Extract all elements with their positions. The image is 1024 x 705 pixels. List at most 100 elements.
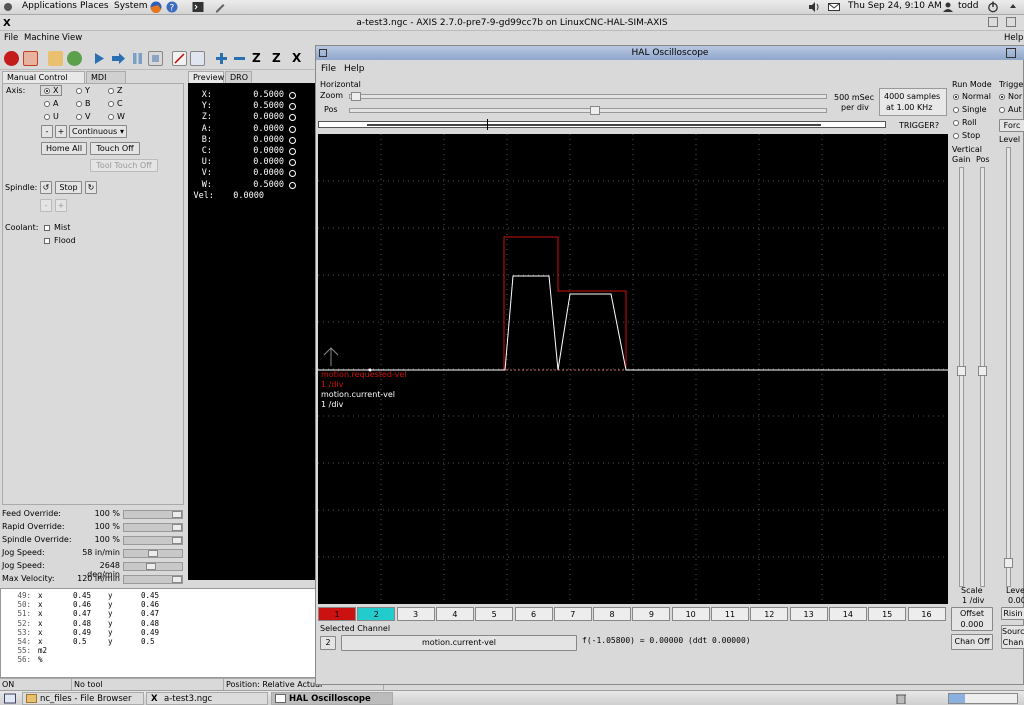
channel-button-3[interactable]: 3 <box>396 607 435 621</box>
spindle-cw-icon[interactable]: ↻ <box>85 181 97 194</box>
open-file-icon[interactable] <box>48 51 63 66</box>
vertical-pos-slider[interactable] <box>978 167 987 587</box>
view-z2-icon[interactable]: Z <box>272 51 287 66</box>
show-desktop-icon[interactable] <box>4 693 16 704</box>
channel-button-15[interactable]: 15 <box>868 607 907 621</box>
zoom-slider-knob[interactable] <box>351 92 361 101</box>
gnome-foot-icon[interactable] <box>2 1 14 13</box>
block-delete-icon[interactable] <box>172 51 187 66</box>
workspace-switcher[interactable] <box>948 693 1018 704</box>
spindle-faster-button[interactable]: + <box>55 199 67 212</box>
pos-slider-knob[interactable] <box>590 106 600 115</box>
channel-button-14[interactable]: 14 <box>828 607 867 621</box>
zoom-slider[interactable] <box>349 92 827 101</box>
samples-box[interactable]: 4000 samples at 1.00 KHz <box>879 88 947 116</box>
halscope-title-bar[interactable]: HAL Oscilloscope <box>316 46 1024 60</box>
step-icon[interactable] <box>111 51 126 66</box>
user-name[interactable]: todd <box>958 1 978 11</box>
tab-manual-control[interactable]: Manual Control [F3] <box>2 71 85 93</box>
channel-button-16[interactable]: 16 <box>907 607 946 621</box>
selected-channel-name[interactable]: motion.current-vel <box>341 635 577 651</box>
override-slider-knob[interactable] <box>146 563 156 570</box>
channel-button-7[interactable]: 7 <box>553 607 592 621</box>
pos-slider[interactable] <box>349 106 827 115</box>
override-slider-knob[interactable] <box>148 550 158 557</box>
menu-file[interactable]: File <box>4 33 18 43</box>
axis-radio-v[interactable]: V <box>76 112 90 121</box>
channel-button-5[interactable]: 5 <box>475 607 514 621</box>
task-axis[interactable]: X a-test3.ngc <box>146 692 268 705</box>
dro-display[interactable]: X: 0.5000 Y: 0.5000 Z: 0.0000 A: 0.0000 B: 0.0000… <box>188 83 315 580</box>
run-icon[interactable] <box>92 51 107 66</box>
run-mode-stop[interactable]: Stop <box>953 131 980 140</box>
panel-arrows-icon[interactable] <box>1007 1 1019 13</box>
window-menu-icon[interactable] <box>319 49 327 57</box>
menu-machine[interactable]: Machine <box>24 33 60 43</box>
mist-checkbox[interactable]: Mist <box>44 223 70 232</box>
trigger-level-slider[interactable] <box>1004 147 1013 587</box>
menu-applications[interactable]: Applications <box>22 1 77 11</box>
override-slider-knob[interactable] <box>172 576 182 583</box>
channel-button-12[interactable]: 12 <box>750 607 789 621</box>
override-slider[interactable] <box>123 562 183 571</box>
stop-icon[interactable] <box>148 51 163 66</box>
run-mode-normal[interactable]: Normal <box>953 92 991 101</box>
maximize-button[interactable] <box>1006 17 1016 27</box>
override-slider-knob[interactable] <box>172 537 182 544</box>
tab-dro[interactable]: DRO <box>225 71 252 83</box>
axis-radio-c[interactable]: C <box>108 99 123 108</box>
override-slider[interactable] <box>123 575 183 584</box>
menu-places[interactable]: Places <box>80 1 109 11</box>
hs-menu-help[interactable]: Help <box>344 64 365 74</box>
menu-help[interactable]: Help <box>1004 33 1023 43</box>
estop-icon[interactable] <box>4 51 19 66</box>
axis-radio-u[interactable]: U <box>44 112 59 121</box>
trigger-level-knob[interactable] <box>1004 558 1013 568</box>
spindle-stop-button[interactable]: Stop <box>55 181 82 194</box>
gain-slider-knob[interactable] <box>957 366 966 376</box>
trigger-normal[interactable]: Nor <box>999 92 1022 101</box>
mail-icon[interactable] <box>828 1 840 13</box>
help-icon[interactable]: ? <box>166 1 178 14</box>
override-slider[interactable] <box>123 536 183 545</box>
clock[interactable]: Thu Sep 24, 9:10 AM <box>848 1 942 11</box>
override-slider-knob[interactable] <box>172 511 182 518</box>
override-slider[interactable] <box>123 523 183 532</box>
jog-minus-button[interactable]: - <box>41 125 53 138</box>
channel-button-2[interactable]: 2 <box>357 607 396 621</box>
halscope-minimize-button[interactable] <box>1006 48 1016 58</box>
override-slider[interactable] <box>123 549 183 558</box>
override-slider-knob[interactable] <box>172 524 182 531</box>
tool-touch-off-button[interactable]: Tool Touch Off <box>90 159 158 172</box>
source-button[interactable]: Sourc Chan <box>1001 625 1024 649</box>
channel-button-10[interactable]: 10 <box>671 607 710 621</box>
axis-radio-a[interactable]: A <box>44 99 58 108</box>
volume-icon[interactable] <box>808 1 820 13</box>
gcode-listing[interactable]: 49: x 0.45 y 0.45 50: x 0.46 y 0.46 51: x 0.47 y 0.47 5… <box>0 588 316 678</box>
spindle-ccw-icon[interactable]: ↺ <box>40 181 52 194</box>
optional-stop-icon[interactable] <box>190 51 205 66</box>
task-file-browser[interactable]: nc_files - File Browser <box>22 692 144 705</box>
offset-button[interactable]: Offset 0.000 <box>951 607 993 631</box>
power-toggle-icon[interactable] <box>23 51 38 66</box>
axis-radio-w[interactable]: W <box>108 112 125 121</box>
trigger-auto[interactable]: Aut <box>999 105 1022 114</box>
text-editor-icon[interactable] <box>214 1 226 13</box>
terminal-icon[interactable] <box>192 1 204 13</box>
tab-preview[interactable]: Preview <box>188 71 224 83</box>
tab-mdi[interactable]: MDI [F5] <box>86 71 126 93</box>
reload-icon[interactable] <box>67 51 82 66</box>
scope-display[interactable]: motion.requested-vel 1 /div motion.curre… <box>318 134 948 604</box>
home-all-button[interactable]: Home All <box>41 142 87 155</box>
pause-icon[interactable] <box>130 51 145 66</box>
minimize-button[interactable] <box>988 17 998 27</box>
gain-slider[interactable] <box>957 167 966 587</box>
run-mode-single[interactable]: Single <box>953 105 987 114</box>
menu-system[interactable]: System <box>114 1 148 11</box>
channel-button-11[interactable]: 11 <box>711 607 749 621</box>
view-z-icon[interactable]: Z <box>252 51 267 66</box>
axis-radio-b[interactable]: B <box>76 99 91 108</box>
flood-checkbox[interactable]: Flood <box>44 236 76 245</box>
power-icon[interactable] <box>987 1 999 13</box>
firefox-icon[interactable] <box>150 1 162 14</box>
